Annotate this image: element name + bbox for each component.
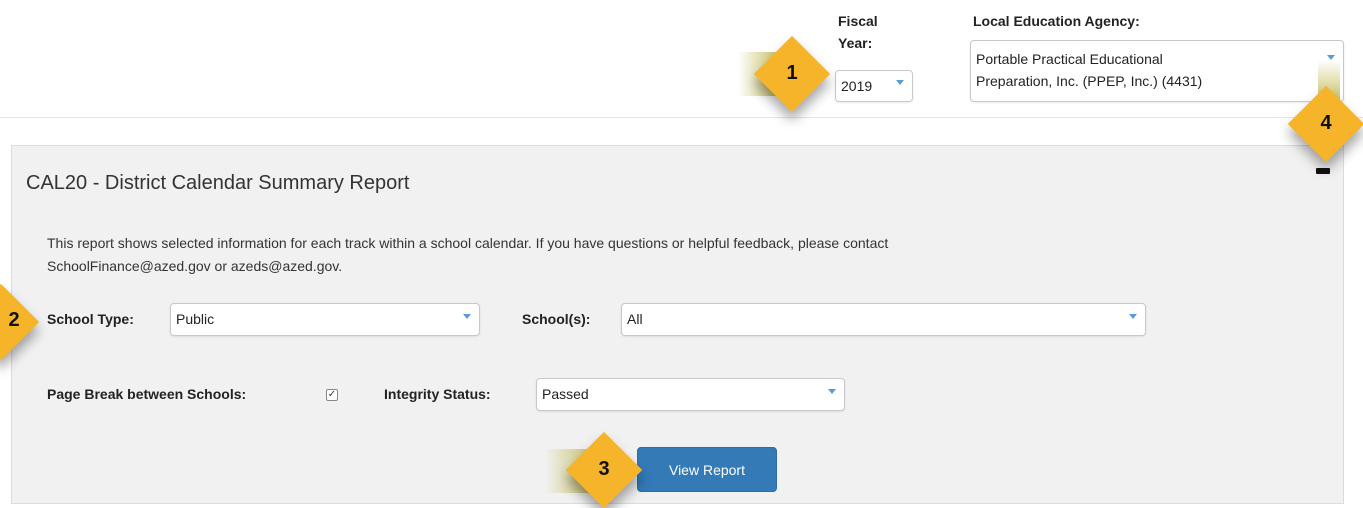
fiscal-year-select[interactable]: 2019 xyxy=(835,70,913,102)
schools-label: School(s): xyxy=(522,311,591,327)
school-type-label: School Type: xyxy=(47,311,134,327)
chevron-down-icon xyxy=(828,388,836,394)
report-title: CAL20 - District Calendar Summary Report xyxy=(26,172,410,194)
fiscal-year-label: Fiscal Year: xyxy=(838,10,878,54)
integrity-status-value: Passed xyxy=(542,386,589,402)
fiscal-year-label-line1: Fiscal xyxy=(838,13,878,29)
chevron-down-icon xyxy=(1129,313,1137,319)
lea-value-line2: Preparation, Inc. (PPEP, Inc.) (4431) xyxy=(976,73,1203,89)
description-line1: This report shows selected information f… xyxy=(47,235,889,251)
chevron-down-icon xyxy=(896,80,904,85)
callout-number-1: 1 xyxy=(786,62,798,84)
lea-label: Local Education Agency: xyxy=(973,13,1140,29)
school-type-value: Public xyxy=(176,311,215,327)
collapse-button[interactable] xyxy=(1316,168,1330,174)
schools-value: All xyxy=(627,311,643,327)
integrity-status-label: Integrity Status: xyxy=(384,386,491,402)
callout-number-2: 2 xyxy=(8,309,20,331)
page-break-label: Page Break between Schools: xyxy=(47,386,247,402)
header-divider xyxy=(0,117,1363,118)
lea-value-line1: Portable Practical Educational xyxy=(976,51,1163,67)
report-description: This report shows selected information f… xyxy=(47,232,888,278)
callout-number-4: 4 xyxy=(1320,112,1332,134)
integrity-status-select[interactable]: Passed xyxy=(536,378,845,411)
fiscal-year-value: 2019 xyxy=(841,78,873,94)
lea-select[interactable]: Portable Practical Educational Preparati… xyxy=(970,40,1344,102)
schools-select[interactable]: All xyxy=(621,303,1146,336)
school-type-select[interactable]: Public xyxy=(170,303,480,336)
callout-number-3: 3 xyxy=(598,458,610,480)
page-break-checkbox[interactable]: ✓ xyxy=(326,389,338,401)
description-line2: SchoolFinance@azed.gov or azeds@azed.gov… xyxy=(47,258,343,274)
chevron-down-icon xyxy=(463,313,471,319)
fiscal-year-label-line2: Year: xyxy=(838,35,873,51)
view-report-button[interactable]: View Report xyxy=(637,447,777,492)
